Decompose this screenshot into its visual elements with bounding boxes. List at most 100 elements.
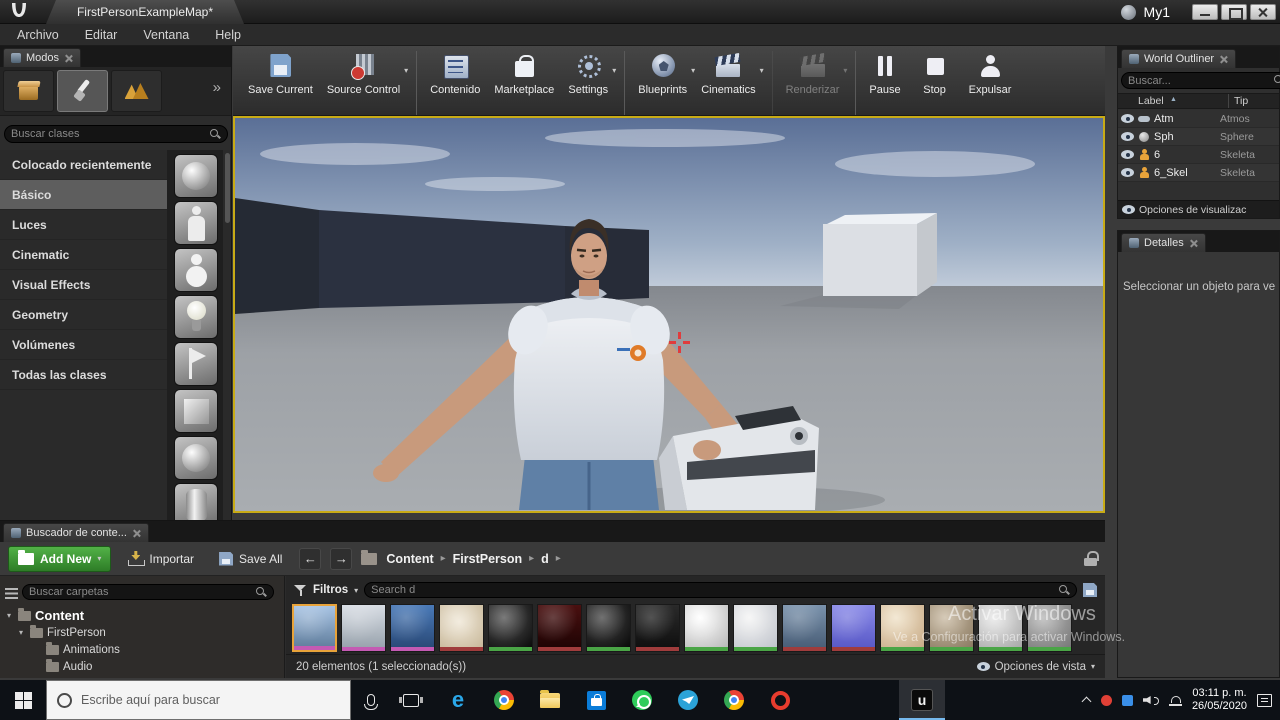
taskbar-app[interactable] xyxy=(757,680,803,720)
toolbar-button[interactable]: Stop xyxy=(910,51,964,115)
material-asset[interactable] xyxy=(586,604,631,652)
tray-red-app-icon[interactable] xyxy=(1100,694,1112,706)
material-asset[interactable] xyxy=(488,604,533,652)
menu-item[interactable]: Ventana xyxy=(130,24,202,46)
scrollbar-thumb[interactable] xyxy=(224,153,230,223)
modes-category[interactable]: Colocado recientemente xyxy=(0,150,167,180)
folder-tree-item[interactable]: ▾ FirstPerson xyxy=(0,624,284,641)
outliner-row[interactable]: 6 Skeleta xyxy=(1118,146,1279,164)
texture-asset[interactable] xyxy=(635,604,680,652)
folder-tree-item[interactable]: ▾ Content xyxy=(0,607,284,624)
cube-thumb[interactable] xyxy=(174,389,218,433)
forward-button[interactable]: → xyxy=(330,547,353,570)
more-modes-chevron[interactable]: » xyxy=(213,79,221,96)
folder-tree-item[interactable]: Animations xyxy=(0,641,284,658)
asset-search-input[interactable] xyxy=(371,584,1055,596)
menu-item[interactable]: Archivo xyxy=(4,24,72,46)
level-tab[interactable]: FirstPersonExampleMap* xyxy=(46,0,244,24)
tab-modes[interactable]: Modos xyxy=(3,48,82,67)
speaker-icon[interactable] xyxy=(1143,695,1159,706)
toolbar-button[interactable]: Marketplace xyxy=(489,51,563,115)
outliner-row[interactable]: Sph Sphere xyxy=(1118,128,1279,146)
toolbar-button[interactable]: ▾ Renderizar xyxy=(771,51,849,115)
tab-content-browser[interactable]: Buscador de conte... xyxy=(3,523,149,542)
close-button[interactable] xyxy=(1250,4,1276,20)
empty-character-thumb[interactable] xyxy=(174,201,218,245)
material-asset[interactable] xyxy=(880,604,925,652)
save-search-icon[interactable] xyxy=(1083,583,1097,597)
add-new-button[interactable]: Add New ▾ xyxy=(8,545,112,572)
view-options-button[interactable]: Opciones de vista ▾ xyxy=(976,661,1095,673)
texture-asset[interactable] xyxy=(782,604,827,652)
toolbar-button[interactable]: ▾ Settings xyxy=(563,51,617,115)
outliner-row[interactable]: 6_Skel Skeleta xyxy=(1118,164,1279,182)
action-center-icon[interactable] xyxy=(1257,693,1272,707)
maximize-button[interactable] xyxy=(1221,4,1247,20)
taskbar-search[interactable]: Escribe aquí para buscar xyxy=(46,680,351,720)
point-light-thumb[interactable] xyxy=(174,295,218,339)
taskbar-app[interactable]: e xyxy=(435,680,481,720)
modes-category[interactable]: Todas las clases xyxy=(0,360,167,390)
paint-mode-button[interactable] xyxy=(57,70,108,112)
folder-tree-item[interactable]: Audio xyxy=(0,658,284,675)
tab-details[interactable]: Detalles xyxy=(1121,233,1206,252)
sphere-thumb[interactable] xyxy=(174,436,218,480)
column-type[interactable]: Tip xyxy=(1234,95,1248,107)
visibility-eye-icon[interactable] xyxy=(1121,168,1134,177)
breadcrumb-item[interactable]: FirstPerson xyxy=(453,552,522,566)
expander-arrow[interactable]: ▾ xyxy=(4,611,14,620)
toolbar-button[interactable]: ▾ Source Control xyxy=(322,51,409,115)
visibility-eye-icon[interactable] xyxy=(1121,114,1134,123)
back-button[interactable]: ← xyxy=(299,547,322,570)
taskbar-app[interactable] xyxy=(573,680,619,720)
outliner-row[interactable]: Atm Atmos xyxy=(1118,110,1279,128)
tray-chevron-icon[interactable] xyxy=(1082,696,1091,705)
breadcrumb-item[interactable]: d xyxy=(541,552,549,566)
task-view-button[interactable] xyxy=(391,680,431,720)
lock-icon[interactable] xyxy=(1084,551,1099,566)
modes-scrollbar[interactable] xyxy=(223,150,231,520)
empty-pawn-thumb[interactable] xyxy=(174,248,218,292)
taskbar-app[interactable] xyxy=(619,680,665,720)
network-icon[interactable] xyxy=(1168,695,1182,706)
visibility-eye-icon[interactable] xyxy=(1121,132,1134,141)
modes-category[interactable]: Geometry xyxy=(0,300,167,330)
taskbar-clock[interactable]: 03:11 p. m. 26/05/2020 xyxy=(1192,687,1247,713)
toolbar-button[interactable]: Expulsar xyxy=(964,51,1021,115)
import-button[interactable]: Importar xyxy=(120,546,202,572)
menu-item[interactable]: Editar xyxy=(72,24,131,46)
taskbar-app[interactable] xyxy=(665,680,711,720)
taskbar-app[interactable] xyxy=(711,680,757,720)
modes-category[interactable]: Básico xyxy=(0,180,167,210)
column-label[interactable]: Label xyxy=(1138,95,1164,107)
folders-search-input[interactable] xyxy=(29,586,252,598)
minimize-button[interactable] xyxy=(1192,4,1218,20)
place-mode-button[interactable] xyxy=(3,70,54,112)
expander-arrow[interactable]: ▾ xyxy=(16,628,26,637)
filter-funnel-icon[interactable] xyxy=(294,584,307,597)
toolbar-button[interactable]: ▾ Cinematics xyxy=(696,51,764,115)
texture-asset[interactable] xyxy=(537,604,582,652)
close-icon[interactable] xyxy=(64,54,73,63)
taskbar-app[interactable] xyxy=(527,680,573,720)
modes-category[interactable]: Visual Effects xyxy=(0,270,167,300)
outliner-search-input[interactable] xyxy=(1128,74,1270,87)
material-asset[interactable] xyxy=(733,604,778,652)
filters-label[interactable]: Filtros xyxy=(313,584,348,596)
player-start-thumb[interactable] xyxy=(174,342,218,386)
cylinder-thumb[interactable] xyxy=(174,483,218,520)
character-asset[interactable] xyxy=(292,604,337,652)
save-all-button[interactable]: Save All xyxy=(211,546,290,572)
menu-item[interactable]: Help xyxy=(202,24,254,46)
character-asset[interactable] xyxy=(341,604,386,652)
toolbar-button[interactable]: Contenido xyxy=(416,51,489,115)
texture-asset[interactable] xyxy=(831,604,876,652)
tray-blue-app-icon[interactable] xyxy=(1121,694,1133,706)
material-asset[interactable] xyxy=(684,604,729,652)
toolbar-button[interactable]: Pause xyxy=(855,51,909,115)
modes-category[interactable]: Luces xyxy=(0,210,167,240)
dictation-mic-button[interactable] xyxy=(351,680,391,720)
toolbar-button[interactable]: Save Current xyxy=(243,51,322,115)
visibility-eye-icon[interactable] xyxy=(1121,150,1134,159)
skeleton-asset[interactable] xyxy=(390,604,435,652)
